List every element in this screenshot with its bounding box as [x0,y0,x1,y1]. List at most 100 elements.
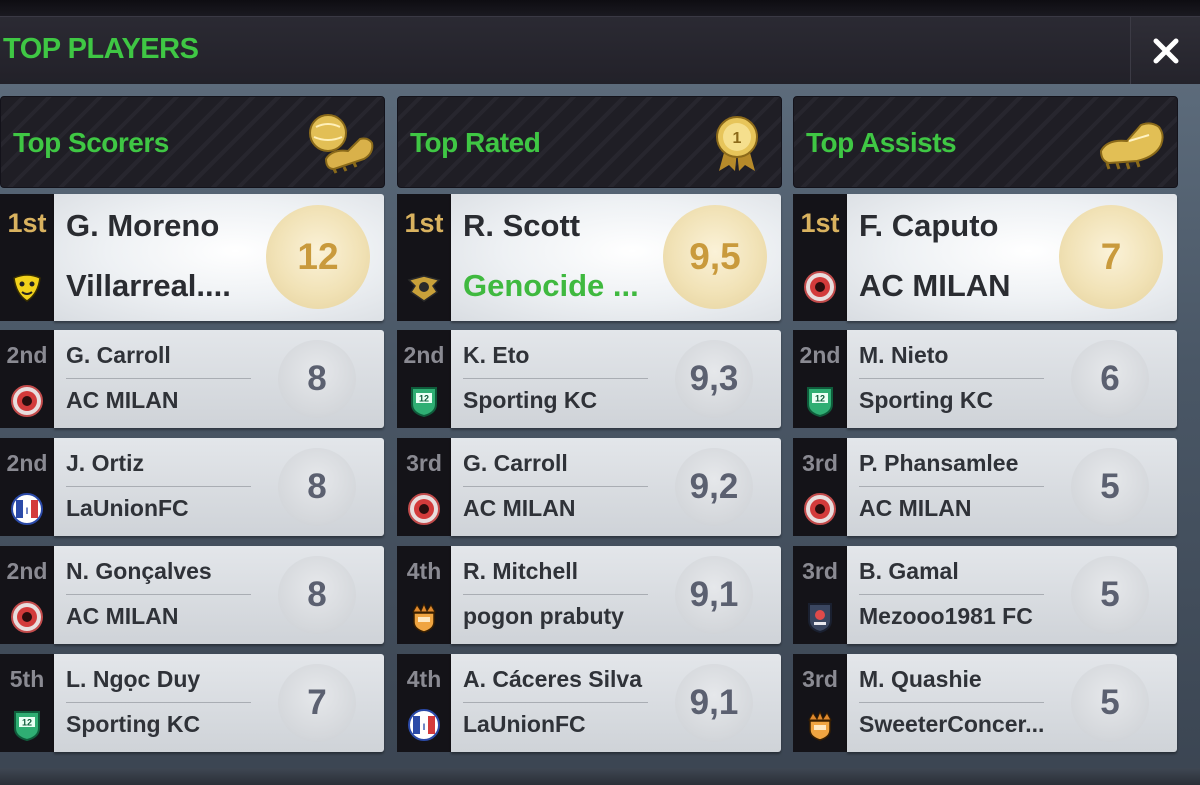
club-name[interactable]: AC MILAN [859,268,1011,304]
rank-label: 5th [9,666,45,692]
stat-value: 12 [266,205,370,309]
stat-value: 7 [278,664,356,742]
rank-label: 4th [406,666,442,692]
sporting-kc-green-crest-icon: 12 [10,708,44,742]
player-card[interactable]: B. Gamal Mezooo1981 FC 5 [847,546,1177,644]
player-card[interactable]: L. Ngọc Duy Sporting KC 7 [54,654,384,752]
launionfc-ita-crest-icon: I [10,492,44,526]
rank-label: 2nd [799,342,841,368]
row-divider [463,486,648,487]
window-header: TOP PLAYERS [0,16,1200,85]
player-row[interactable]: 3rd M. Quashie SweeterConcer... 5 [793,654,1178,752]
player-name[interactable]: G. Moreno [66,208,219,244]
player-name[interactable]: A. Cáceres Silva [463,666,642,693]
club-name[interactable]: Sporting KC [66,711,200,738]
stat-value: 8 [278,448,356,526]
stat-value: 5 [1071,664,1149,742]
stat-value: 6 [1071,340,1149,418]
club-name[interactable]: AC MILAN [463,495,575,522]
stat-value: 9,1 [675,556,753,634]
club-name[interactable]: AC MILAN [66,387,178,414]
club-name[interactable]: LaUnionFC [463,711,586,738]
player-row[interactable]: 5th 12 L. Ngọc Duy Sporting KC 7 [0,654,385,752]
player-card[interactable]: P. Phansamlee AC MILAN 5 [847,438,1177,536]
mezooo1981-shield-crest-icon [803,600,837,634]
player-name[interactable]: G. Carroll [66,342,171,369]
svg-text:12: 12 [815,394,825,404]
player-row[interactable]: 3rd P. Phansamlee AC MILAN 5 [793,438,1178,536]
ac-milan-red-crest-icon [803,270,837,304]
player-name[interactable]: P. Phansamlee [859,450,1018,477]
stat-value: 8 [278,556,356,634]
sporting-kc-green-crest-icon: 12 [803,384,837,418]
player-card[interactable]: M. Nieto Sporting KC 6 [847,330,1177,428]
player-name[interactable]: F. Caputo [859,208,999,244]
rank-label: 3rd [802,666,838,692]
player-card[interactable]: G. Carroll AC MILAN 9,2 [451,438,781,536]
club-name[interactable]: AC MILAN [66,603,178,630]
club-name[interactable]: Sporting KC [859,387,993,414]
player-card[interactable]: J. Ortiz LaUnionFC 8 [54,438,384,536]
stat-value: 9,5 [663,205,767,309]
club-name[interactable]: Sporting KC [463,387,597,414]
rank-label: 3rd [802,558,838,584]
club-name[interactable]: Villarreal.... [66,268,231,304]
club-name[interactable]: pogon prabuty [463,603,624,630]
ac-milan-red-crest-icon [10,600,44,634]
club-name[interactable]: SweeterConcer... [859,711,1044,738]
player-name[interactable]: B. Gamal [859,558,959,585]
player-row[interactable]: 2nd I J. Ortiz LaUnionFC 8 [0,438,385,536]
player-name[interactable]: R. Mitchell [463,558,578,585]
leader-row[interactable]: 1st G. Moreno Villarreal.... 12 [0,194,385,321]
rank-label: 2nd [6,450,48,476]
rank-label: 3rd [802,450,838,476]
player-card[interactable]: R. Mitchell pogon prabuty 9,1 [451,546,781,644]
player-name[interactable]: G. Carroll [463,450,568,477]
club-name[interactable]: LaUnionFC [66,495,189,522]
player-row[interactable]: 4th R. Mitchell pogon prabuty 9,1 [397,546,782,644]
svg-text:I: I [26,506,29,516]
player-row[interactable]: 2nd N. Gonçalves AC MILAN 8 [0,546,385,644]
leader-row[interactable]: 1st R. Scott Genocide ... 9,5 [397,194,782,321]
player-name[interactable]: K. Eto [463,342,529,369]
sweeterconcer-crown-crest-icon [803,708,837,742]
stat-value: 9,3 [675,340,753,418]
player-name[interactable]: N. Gonçalves [66,558,212,585]
row-divider [66,702,251,703]
player-card[interactable]: A. Cáceres Silva LaUnionFC 9,1 [451,654,781,752]
player-name[interactable]: M. Quashie [859,666,982,693]
player-card[interactable]: K. Eto Sporting KC 9,3 [451,330,781,428]
player-card[interactable]: F. Caputo AC MILAN 7 [847,194,1177,321]
player-name[interactable]: M. Nieto [859,342,948,369]
stat-value: 5 [1071,556,1149,634]
player-row[interactable]: 2nd G. Carroll AC MILAN 8 [0,330,385,428]
club-name[interactable]: AC MILAN [859,495,971,522]
player-row[interactable]: 3rd G. Carroll AC MILAN 9,2 [397,438,782,536]
player-name[interactable]: R. Scott [463,208,580,244]
player-name[interactable]: J. Ortiz [66,450,144,477]
column-title: Top Rated [410,127,541,158]
player-row[interactable]: 3rd B. Gamal Mezooo1981 FC 5 [793,546,1178,644]
svg-text:I: I [423,722,426,732]
ac-milan-red-crest-icon [803,492,837,526]
row-divider [66,594,251,595]
column-header-top-assists: Top Assists [793,96,1178,188]
player-card[interactable]: M. Quashie SweeterConcer... 5 [847,654,1177,752]
rank-label: 2nd [6,558,48,584]
player-name[interactable]: L. Ngọc Duy [66,666,200,693]
stat-value: 8 [278,340,356,418]
club-name[interactable]: Mezooo1981 FC [859,603,1033,630]
player-card[interactable]: R. Scott Genocide ... 9,5 [451,194,781,321]
player-card[interactable]: N. Gonçalves AC MILAN 8 [54,546,384,644]
launionfc-ita-crest-icon: I [407,708,441,742]
player-row[interactable]: 4th I A. Cáceres Silva LaUnionFC 9,1 [397,654,782,752]
club-name[interactable]: Genocide ... [463,268,639,304]
player-card[interactable]: G. Moreno Villarreal.... 12 [54,194,384,321]
close-button[interactable] [1130,17,1200,85]
golden-boot-icon [1097,111,1169,175]
player-row[interactable]: 2nd 12 M. Nieto Sporting KC 6 [793,330,1178,428]
player-row[interactable]: 2nd 12 K. Eto Sporting KC 9,3 [397,330,782,428]
svg-text:1: 1 [733,130,742,147]
player-card[interactable]: G. Carroll AC MILAN 8 [54,330,384,428]
leader-row[interactable]: 1st F. Caputo AC MILAN 7 [793,194,1178,321]
